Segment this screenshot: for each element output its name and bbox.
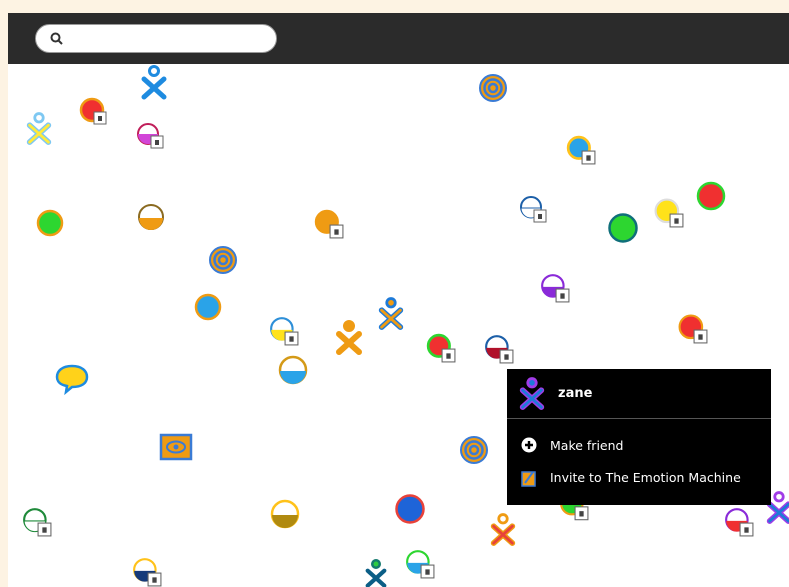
activity-icon[interactable]	[519, 195, 547, 223]
activity-icon[interactable]	[278, 355, 308, 385]
activity-icon[interactable]	[654, 198, 684, 228]
activity-icon[interactable]	[478, 73, 508, 103]
search-box[interactable]	[35, 24, 277, 53]
watch-eye-icon[interactable]	[159, 433, 193, 461]
chat-bubble-icon[interactable]	[54, 363, 90, 395]
buddy-icon[interactable]	[138, 65, 170, 101]
buddy-icon	[519, 377, 545, 410]
activity-icon[interactable]	[194, 293, 222, 321]
activity-icon[interactable]	[136, 121, 164, 149]
activity-icon[interactable]	[270, 499, 300, 529]
buddy-name: zane	[558, 386, 593, 401]
buddy-icon[interactable]	[333, 319, 365, 357]
search-icon	[50, 32, 63, 45]
activity-icon[interactable]	[132, 557, 162, 587]
buddy-palette: zane Make friend Invite to The Emotion M…	[507, 369, 771, 505]
activity-icon[interactable]	[208, 245, 238, 275]
make-friend-menu-item[interactable]: Make friend	[507, 432, 771, 460]
palette-divider	[507, 418, 771, 419]
activity-icon[interactable]	[36, 209, 64, 237]
toolbar	[8, 13, 789, 64]
neighborhood-view: zane Make friend Invite to The Emotion M…	[8, 13, 789, 587]
activity-icon[interactable]	[426, 333, 456, 363]
activity-icon[interactable]	[607, 212, 639, 244]
invite-menu-item[interactable]: Invite to The Emotion Machine	[507, 464, 771, 492]
activity-icon[interactable]	[394, 493, 426, 525]
invite-activity-icon	[521, 471, 536, 487]
activity-icon[interactable]	[269, 316, 299, 346]
activity-icon[interactable]	[540, 273, 570, 303]
buddy-icon[interactable]	[24, 111, 54, 147]
palette-header: zane	[507, 369, 771, 418]
buddy-icon[interactable]	[488, 512, 518, 548]
activity-icon[interactable]	[459, 435, 489, 465]
make-friend-label: Make friend	[550, 438, 624, 453]
activity-icon[interactable]	[79, 97, 107, 125]
activity-icon[interactable]	[566, 135, 596, 165]
activity-icon[interactable]	[678, 314, 708, 344]
activity-icon[interactable]	[484, 334, 514, 364]
search-input[interactable]	[70, 29, 274, 50]
invite-label: Invite to The Emotion Machine	[550, 470, 741, 485]
activity-icon[interactable]	[405, 549, 435, 579]
buddy-icon[interactable]	[361, 559, 391, 587]
activity-icon[interactable]	[724, 507, 754, 537]
buddy-icon[interactable]	[376, 296, 406, 332]
activity-icon[interactable]	[22, 507, 52, 537]
activity-icon[interactable]	[696, 181, 726, 211]
activity-icon[interactable]	[314, 209, 344, 239]
add-friend-icon	[521, 437, 537, 453]
activity-icon[interactable]	[137, 203, 165, 231]
